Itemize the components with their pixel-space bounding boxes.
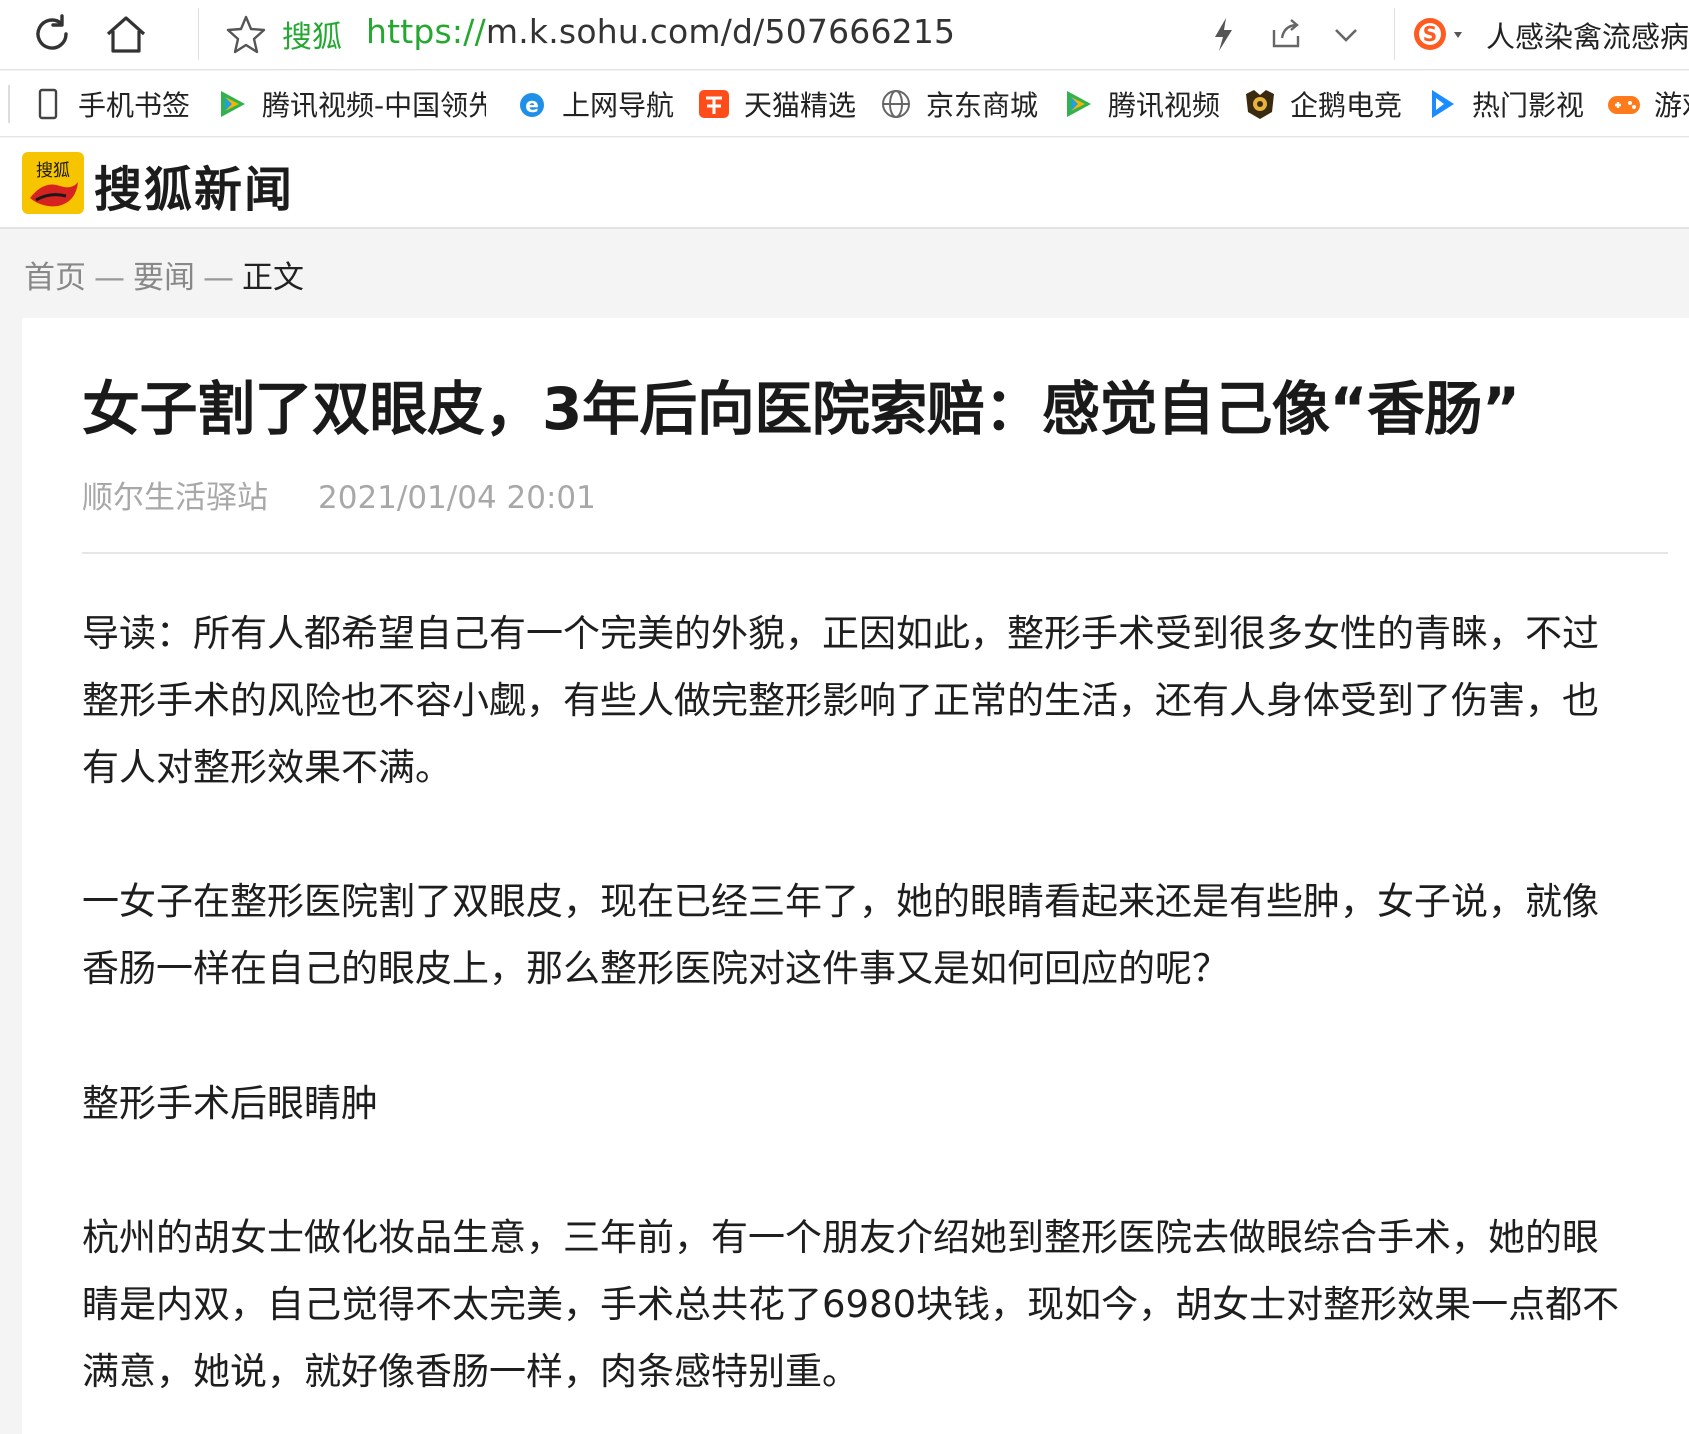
- bookmark-tencent-video[interactable]: 腾讯视频: [1060, 71, 1220, 136]
- text-line: 满意，她说，就好像香肠一样，肉条感特别重。: [82, 1350, 859, 1393]
- address-bar: 搜狐 https://m.k.sohu.com/d/507666215 S 人感…: [0, 0, 1689, 70]
- star-bookmark-icon[interactable]: [224, 12, 268, 56]
- bookmark-mobile[interactable]: 手机书签: [30, 71, 190, 136]
- url-scheme: https://: [366, 12, 486, 51]
- tencent-video-icon: [221, 91, 245, 117]
- penguin-esports-icon: [1246, 90, 1274, 119]
- bookmark-tmall[interactable]: 天猫精选: [696, 71, 856, 136]
- article-subheading: 整形手术后眼睛肿: [82, 1070, 1662, 1137]
- text-line: 整形手术的风险也不容小觑，有些人做完整形影响了正常的生活，还有人身体受到了伤害，…: [82, 679, 1599, 722]
- text-line: 香肠一样在自己的眼皮上，那么整形医院对这件事又是如何回应的呢？: [82, 947, 1229, 990]
- sohu-fox-logo-icon[interactable]: 搜狐: [22, 152, 84, 214]
- url-path: m.k.sohu.com/d/507666215: [485, 12, 956, 51]
- title-divider: [82, 552, 1668, 554]
- bookmark-games[interactable]: 游戏: [1606, 71, 1689, 136]
- text-line: 睛是内双，自己觉得不太完美，手术总共花了6980块钱，现如今，胡女士对整形效果一…: [82, 1283, 1620, 1326]
- breadcrumb-home[interactable]: 首页: [24, 260, 86, 296]
- text-line: 整形手术后眼睛肿: [82, 1082, 378, 1125]
- bookmark-penguin-esports[interactable]: 企鹅电竞: [1242, 71, 1402, 136]
- breadcrumb-separator: —: [94, 260, 125, 296]
- breadcrumb-current: 正文: [242, 260, 304, 296]
- article-source[interactable]: 顺尔生活驿站: [82, 480, 268, 516]
- text-line: 有人对整形效果不满。: [82, 746, 452, 789]
- chevron-down-icon[interactable]: [1328, 10, 1364, 58]
- url-field[interactable]: https://m.k.sohu.com/d/507666215: [366, 12, 955, 51]
- share-icon[interactable]: [1266, 10, 1306, 58]
- toolbar-divider: [198, 8, 199, 60]
- search-suggestion[interactable]: 人感染禽流感病: [1486, 14, 1689, 56]
- bookmarks-bar: 手机书签 腾讯视频-中国领先 e 上网导航 天猫精选 京东商城 腾讯视频 企鹅电…: [0, 71, 1689, 137]
- bookmark-tencent-video-china[interactable]: 腾讯视频-中国领先: [214, 71, 486, 136]
- article-meta: 顺尔生活驿站 2021/01/04 20:01: [82, 472, 596, 517]
- phone-icon: [38, 88, 58, 120]
- breadcrumb-separator: —: [203, 260, 234, 296]
- article-paragraph: 一女子在整形医院割了双眼皮，现在已经三年了，她的眼睛看起来还是有些肿，女子说，就…: [82, 868, 1662, 1002]
- logo-glyphs: 搜狐: [36, 161, 70, 181]
- play-icon: [1432, 90, 1454, 118]
- breadcrumb-news[interactable]: 要闻: [133, 260, 195, 296]
- text-line: 导读：所有人都希望自己有一个完美的外貌，正因如此，整形手术受到很多女性的青睐，不…: [82, 612, 1599, 655]
- article-paragraph: 杭州的胡女士做化妆品生意，三年前，有一个朋友介绍她到整形医院去做眼综合手术，她的…: [82, 1204, 1662, 1405]
- site-logo-text[interactable]: 搜狐新闻: [94, 150, 294, 220]
- bookmark-jd[interactable]: 京东商城: [878, 71, 1038, 136]
- globe-icon: [882, 90, 910, 118]
- bookmark-web-nav[interactable]: e 上网导航: [514, 71, 674, 136]
- article-title: 女子割了双眼皮，3年后向医院索赔：感觉自己像“香肠”: [82, 375, 1520, 443]
- refresh-icon[interactable]: [28, 10, 76, 58]
- text-line: 一女子在整形医院割了双眼皮，现在已经三年了，她的眼睛看起来还是有些肿，女子说，就…: [82, 880, 1599, 923]
- sogou-search-engine-icon[interactable]: S: [1410, 10, 1474, 58]
- svg-text:S: S: [1423, 22, 1437, 46]
- gamepad-icon: [1608, 96, 1640, 114]
- article-paragraph-intro: 导读：所有人都希望自己有一个完美的外貌，正因如此，整形手术受到很多女性的青睐，不…: [82, 600, 1662, 801]
- tencent-video-icon: [1067, 91, 1091, 117]
- lightning-icon[interactable]: [1206, 10, 1240, 58]
- text-line: 杭州的胡女士做化妆品生意，三年前，有一个朋友介绍她到整形医院去做眼综合手术，她的…: [82, 1216, 1599, 1259]
- tmall-icon: [699, 90, 729, 118]
- site-header: 搜狐 搜狐新闻: [0, 138, 1689, 229]
- home-icon[interactable]: [102, 10, 150, 58]
- toolbar-divider: [1394, 8, 1395, 60]
- bookmarks-divider: [8, 85, 10, 123]
- breadcrumb: 首页 — 要闻 — 正文: [24, 252, 304, 297]
- site-name: 搜狐: [282, 20, 342, 55]
- article-date: 2021/01/04 20:01: [318, 480, 596, 516]
- svg-text:e: e: [525, 93, 539, 117]
- ie-icon: e: [520, 93, 544, 117]
- bookmark-hot-movies[interactable]: 热门影视: [1424, 71, 1584, 136]
